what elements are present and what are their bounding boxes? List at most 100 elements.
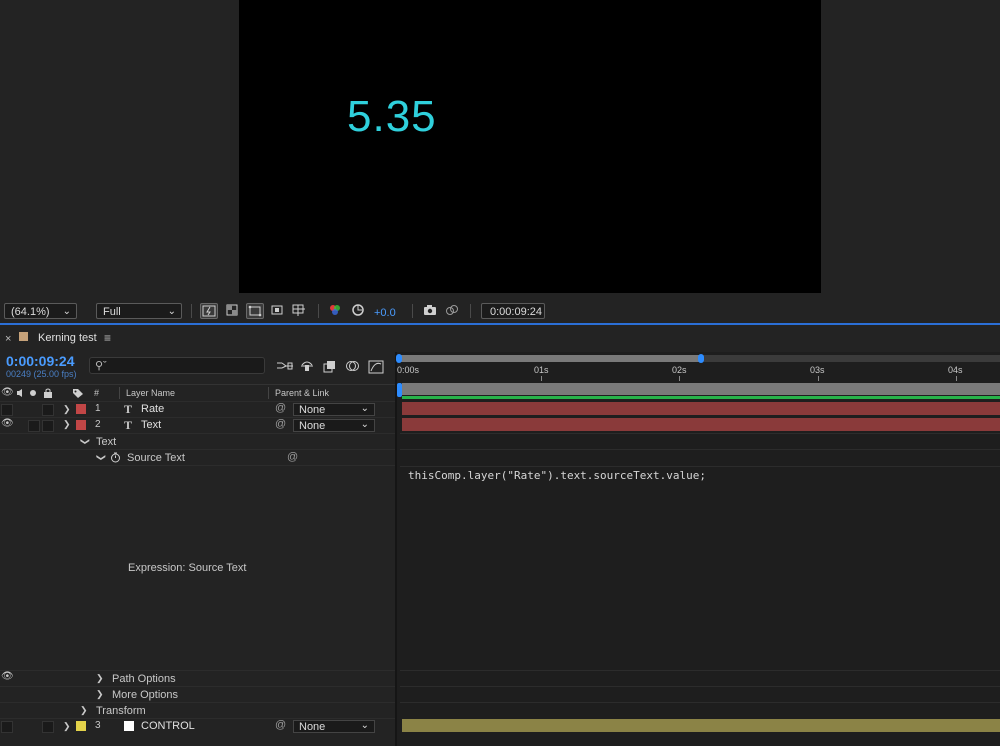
pane-divider[interactable] [395,352,397,746]
pick-whip-icon[interactable]: @ [275,418,286,430]
panel-menu-icon[interactable]: ≡ [104,331,111,345]
divider [470,304,471,318]
property-group-text[interactable]: ❯ Text [0,433,395,449]
label-color-chip[interactable] [76,420,86,430]
chevron-right-icon[interactable]: ❯ [80,705,88,716]
chevron-down-icon[interactable]: ❯ [95,454,106,462]
solo-icon[interactable] [30,390,36,396]
close-icon[interactable]: × [5,333,11,345]
search-input[interactable]: ⚲ˇ [89,357,265,374]
layer-row-1[interactable]: ❯ 1 T Rate @ None ⌄ [0,401,395,417]
shy-layers-icon[interactable] [299,359,315,376]
ruler-label: 02s [672,365,687,375]
ruler-tick [956,376,957,381]
video-switch[interactable] [1,721,13,733]
layer-name[interactable]: CONTROL [141,720,195,732]
lock-switch[interactable] [42,404,54,416]
label-color-chip[interactable] [76,404,86,414]
time-ruler[interactable]: 0:00s 01s 02s 03s 04s [397,363,1000,381]
exposure-value[interactable]: +0.0 [374,307,396,319]
pick-whip-icon[interactable]: @ [275,719,286,731]
viewer-toolbar: (64.1%) ⌄ Full ⌄ +0.0 0:00:09:24 [0,298,1000,324]
lock-switch[interactable] [42,721,54,733]
property-source-text[interactable]: ❯ Source Text @ [0,449,395,465]
parent-dropdown[interactable]: None ⌄ [293,419,375,432]
chevron-down-icon[interactable]: ❯ [79,438,90,446]
motion-blur-icon[interactable] [345,359,361,376]
transparency-grid-icon[interactable] [224,303,242,319]
pick-whip-icon[interactable]: @ [275,402,286,414]
resolution-dropdown[interactable]: Full ⌄ [96,303,182,319]
work-area-bar[interactable] [402,383,1000,395]
layer-duration-bar-3[interactable] [402,719,1000,732]
stopwatch-icon[interactable] [110,452,121,466]
column-parent-link: Parent & Link [275,388,330,398]
parent-value: None [299,404,326,416]
tab-title[interactable]: Kerning test [38,332,97,344]
chevron-down-icon: ⌄ [360,419,369,430]
eye-icon[interactable]: 👁 [1,418,14,429]
chevron-right-icon[interactable]: ❯ [96,673,104,684]
eye-icon[interactable]: 👁 [1,671,14,682]
layer-row-3[interactable]: ❯ 3 CONTROL @ None ⌄ [0,718,395,734]
show-snapshot-icon[interactable] [444,303,462,319]
snapshot-camera-icon[interactable] [422,303,440,319]
layer-duration-bar-1[interactable] [402,402,1000,415]
property-label: More Options [112,689,179,701]
solo-switch[interactable] [28,420,40,432]
current-time-display[interactable]: 0:00:09:24 [6,353,75,369]
expression-row: Expression: Source Text [0,465,395,670]
layer-index: 1 [95,403,101,414]
mask-visibility-icon[interactable] [246,303,264,319]
resolution-value: Full [103,306,121,318]
graph-editor-icon[interactable] [368,358,384,377]
layer-row-2[interactable]: 👁 ❯ 2 T Text @ None ⌄ [0,417,395,433]
zoom-dropdown[interactable]: (64.1%) ⌄ [4,303,77,319]
layer-name[interactable]: Rate [141,403,164,415]
audio-icon[interactable] [16,388,26,401]
property-more-options[interactable]: ❯ More Options [0,686,395,702]
viewer-timecode: 0:00:09:24 [490,306,542,318]
chevron-right-icon[interactable]: ❯ [63,721,71,732]
chevron-right-icon[interactable]: ❯ [96,689,104,700]
group-label: Text [96,436,117,448]
timeline-row [400,702,1000,718]
chevron-right-icon[interactable]: ❯ [63,404,71,415]
lock-icon[interactable] [43,388,53,401]
label-tag-icon[interactable] [72,388,84,402]
time-navigator-range[interactable] [400,355,700,362]
comp-rendered-text: 5.35 [347,92,437,141]
chevron-down-icon[interactable]: ❯ [63,419,71,430]
layer-name[interactable]: Text [141,419,161,431]
layer-duration-bar-2[interactable] [402,418,1000,431]
property-label: Transform [96,705,146,717]
composition-canvas[interactable]: 5.35 [239,0,821,293]
label-color-chip[interactable] [76,721,86,731]
comp-flowchart-icon[interactable] [276,359,294,376]
video-switch[interactable] [1,404,13,416]
frame-blending-icon[interactable] [322,359,338,376]
navigator-start-handle[interactable] [396,354,402,363]
parent-dropdown[interactable]: None ⌄ [293,720,375,733]
expression-code[interactable]: thisComp.layer("Rate").text.sourceText.v… [408,469,706,482]
color-channels-icon[interactable] [327,303,345,319]
lock-switch[interactable] [42,420,54,432]
property-transform[interactable]: ❯ Transform [0,702,395,718]
ruler-label: 0:00s [397,365,420,375]
pick-whip-icon[interactable]: @ [287,451,298,463]
fast-preview-icon[interactable] [200,303,218,319]
zoom-value: (64.1%) [11,306,50,318]
column-header: 👁 # Layer Name Parent & Link [0,384,395,401]
layer-index: 2 [95,419,101,430]
text-layer-icon: T [124,418,133,432]
reset-exposure-icon[interactable] [350,303,368,319]
guides-icon[interactable] [291,303,309,319]
property-path-options[interactable]: 👁 ❯ Path Options [0,670,395,686]
current-time-field[interactable]: 0:00:09:24 [481,303,545,319]
expression-editor[interactable]: thisComp.layer("Rate").text.sourceText.v… [400,466,1000,670]
region-of-interest-icon[interactable] [269,303,287,319]
navigator-end-handle[interactable] [698,354,704,363]
eye-icon[interactable]: 👁 [1,387,14,398]
column-layer-name: Layer Name [126,388,176,398]
parent-dropdown[interactable]: None ⌄ [293,403,375,416]
